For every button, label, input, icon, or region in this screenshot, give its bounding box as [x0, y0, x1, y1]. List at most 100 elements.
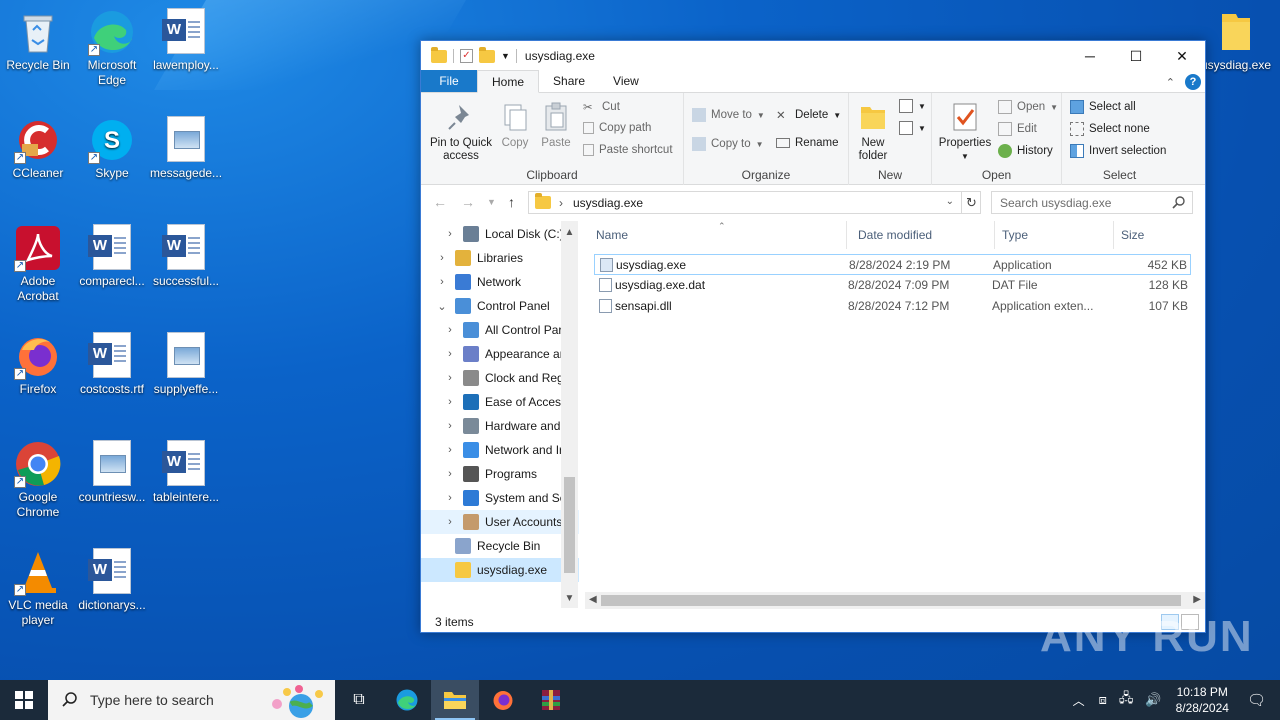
desktop-icon-successful[interactable]: W successful...: [148, 224, 224, 289]
tab-view[interactable]: View: [599, 70, 653, 92]
taskbar-edge-button[interactable]: [383, 680, 431, 720]
nav-item[interactable]: › Programs: [421, 462, 579, 486]
new-folder-button[interactable]: New folder: [853, 101, 893, 163]
nav-item[interactable]: › Clock and Regi: [421, 366, 579, 390]
taskbar-winrar-button[interactable]: [527, 680, 575, 720]
desktop-icon-google-chrome[interactable]: ↗ Google Chrome: [0, 440, 76, 520]
history-button[interactable]: History: [998, 144, 1053, 158]
chevron-right-icon[interactable]: ›: [443, 228, 457, 240]
tab-share[interactable]: Share: [539, 70, 599, 92]
horizontal-scrollbar[interactable]: ◀ ▶: [585, 592, 1205, 609]
refresh-button[interactable]: ↻: [961, 191, 981, 214]
navigation-scrollbar[interactable]: ▲ ▼: [561, 221, 578, 608]
taskbar-search-input[interactable]: Type here to search: [48, 680, 335, 720]
network-icon[interactable]: 🖧: [1119, 689, 1134, 711]
chevron-right-icon[interactable]: ›: [443, 468, 457, 480]
nav-item[interactable]: › Local Disk (C:): [421, 222, 579, 246]
scroll-right-icon[interactable]: ▶: [1193, 594, 1201, 605]
chevron-right-icon[interactable]: ›: [435, 276, 449, 288]
nav-item[interactable]: › Appearance an: [421, 342, 579, 366]
desktop-icon-adobe-acrobat[interactable]: ↗ Adobe Acrobat: [0, 224, 76, 304]
notifications-icon[interactable]: 🗨: [1247, 691, 1266, 709]
nav-item[interactable]: › Network and Ir: [421, 438, 579, 462]
nav-item[interactable]: › Ease of Access: [421, 390, 579, 414]
desktop-icon-supplyeffe[interactable]: supplyeffe...: [148, 332, 224, 397]
move-to-button[interactable]: Move to ▼: [692, 108, 765, 122]
cut-button[interactable]: ✂ Cut: [583, 100, 620, 114]
chevron-right-icon[interactable]: ›: [443, 420, 457, 432]
address-bar[interactable]: › usysdiag.exe ⌄: [528, 191, 981, 214]
desktop-icon-recycle-bin[interactable]: Recycle Bin: [0, 8, 76, 73]
select-all-button[interactable]: Select all: [1070, 100, 1136, 114]
nav-item[interactable]: › All Control Par: [421, 318, 579, 342]
scroll-left-icon[interactable]: ◀: [589, 594, 597, 605]
tab-file[interactable]: File: [421, 70, 477, 92]
scroll-up-icon[interactable]: ▲: [561, 227, 578, 238]
nav-item[interactable]: › System and Sec: [421, 486, 579, 510]
chevron-right-icon[interactable]: ›: [443, 444, 457, 456]
nav-item[interactable]: › Network: [421, 270, 579, 294]
desktop-icon-dictionarys[interactable]: W dictionarys...: [74, 548, 150, 613]
desktop-icon-edge[interactable]: ↗ Microsoft Edge: [74, 8, 150, 88]
collapse-ribbon-icon[interactable]: ⌃: [1166, 76, 1175, 89]
pin-to-quick-access-button[interactable]: Pin to Quick access: [427, 101, 495, 163]
clock[interactable]: 10:18 PM 8/28/2024: [1176, 684, 1229, 716]
column-header-date-modified[interactable]: Date modified: [851, 221, 995, 249]
easy-access-button[interactable]: ▼: [899, 121, 926, 135]
new-folder-icon[interactable]: [479, 46, 495, 63]
volume-icon[interactable]: 🔊: [1145, 692, 1161, 708]
desktop-icon-usysdiag-folder[interactable]: usysdiag.exe: [1198, 8, 1274, 73]
new-item-button[interactable]: ▼: [899, 99, 926, 113]
network-alt-icon[interactable]: ⧈: [1099, 692, 1107, 708]
show-hidden-icons-button[interactable]: ︿: [1073, 692, 1085, 709]
desktop-icon-costcosts[interactable]: W costcosts.rtf: [74, 332, 150, 397]
desktop-icon-messagede[interactable]: messagede...: [148, 116, 224, 181]
paste-button[interactable]: Paste: [537, 101, 575, 150]
minimize-button[interactable]: ─: [1067, 41, 1113, 71]
column-header-type[interactable]: Type: [995, 221, 1114, 249]
start-button[interactable]: [0, 680, 48, 720]
paste-shortcut-button[interactable]: Paste shortcut: [583, 144, 673, 156]
scrollbar-thumb[interactable]: [564, 477, 575, 573]
invert-selection-button[interactable]: Invert selection: [1070, 144, 1166, 158]
open-button[interactable]: Open ▼: [998, 100, 1058, 114]
chevron-right-icon[interactable]: ›: [443, 492, 457, 504]
chevron-right-icon[interactable]: ›: [435, 252, 449, 264]
customize-toolbar-dropdown-icon[interactable]: ▼: [501, 51, 510, 61]
chevron-down-icon[interactable]: ⌄: [435, 300, 449, 313]
desktop-icon-countriesw[interactable]: countriesw...: [74, 440, 150, 505]
properties-icon[interactable]: ✓: [460, 49, 473, 63]
search-input[interactable]: Search usysdiag.exe: [991, 191, 1193, 214]
desktop-icon-skype[interactable]: S ↗ Skype: [74, 116, 150, 181]
nav-item[interactable]: ⌄ Control Panel: [421, 294, 579, 318]
chevron-right-icon[interactable]: ›: [443, 516, 457, 528]
scroll-down-icon[interactable]: ▼: [561, 593, 578, 604]
desktop-icon-firefox[interactable]: ↗ Firefox: [0, 332, 76, 397]
edit-button[interactable]: Edit: [998, 122, 1037, 136]
task-view-button[interactable]: ⧉: [335, 680, 383, 720]
nav-item[interactable]: › User Accounts: [421, 510, 579, 534]
properties-button[interactable]: Properties ▼: [936, 101, 994, 163]
taskbar-firefox-button[interactable]: [479, 680, 527, 720]
desktop-icon-lawemploy[interactable]: W lawemploy...: [148, 8, 224, 73]
up-button[interactable]: ↑: [508, 194, 515, 210]
desktop-icon-tableintere[interactable]: W tableintere...: [148, 440, 224, 505]
close-button[interactable]: ✕: [1159, 41, 1205, 71]
desktop-icon-vlc[interactable]: ↗ VLC media player: [0, 548, 76, 628]
forward-button[interactable]: →: [461, 194, 475, 210]
nav-item[interactable]: Recycle Bin: [421, 534, 579, 558]
help-icon[interactable]: ?: [1185, 74, 1201, 90]
desktop-icon-comparecl[interactable]: W comparecl...: [74, 224, 150, 289]
tab-home[interactable]: Home: [477, 70, 540, 93]
column-header-name[interactable]: Name: [589, 221, 847, 249]
chevron-right-icon[interactable]: ›: [443, 348, 457, 360]
nav-item[interactable]: usysdiag.exe: [421, 558, 579, 582]
maximize-button[interactable]: ☐: [1113, 41, 1159, 71]
recent-locations-button[interactable]: ▼: [487, 197, 496, 207]
chevron-right-icon[interactable]: ›: [443, 396, 457, 408]
copy-to-button[interactable]: Copy to ▼: [692, 137, 764, 151]
address-dropdown-icon[interactable]: ⌄: [946, 196, 954, 207]
select-none-button[interactable]: Select none: [1070, 122, 1150, 136]
nav-item[interactable]: › Hardware and: [421, 414, 579, 438]
nav-item[interactable]: › Libraries: [421, 246, 579, 270]
